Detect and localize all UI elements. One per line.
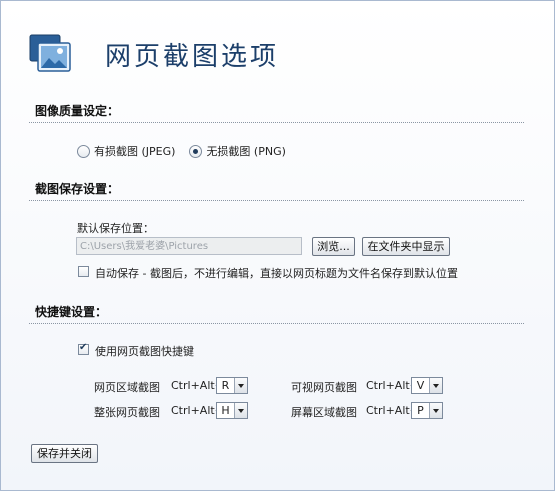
quality-section-title: 图像质量设定： [35,104,120,118]
chevron-down-icon[interactable] [429,378,442,393]
visible-shortcut-key-select[interactable]: V [411,377,443,394]
save-path-field[interactable]: C:\Users\我爱老婆\Pictures [76,237,302,255]
png-radio-label[interactable]: 无损截图 (PNG) [206,143,285,159]
quality-radio-group: 有损截图 (JPEG) 无损截图 (PNG) [77,143,300,159]
chevron-down-icon[interactable] [234,403,247,418]
enable-shortcuts-checkbox[interactable] [78,342,89,355]
screen-region-shortcut-label: 屏幕区域截图 [291,406,357,419]
region-shortcut-key: R [221,379,230,392]
auto-save-label[interactable]: 自动保存 - 截图后，不进行编辑，直接以网页标题为文件名保存到默认位置 [95,265,458,281]
full-page-shortcut-label: 整张网页截图 [94,406,160,419]
full-page-shortcut-key-select[interactable]: H [216,402,248,419]
screenshot-picture-icon [29,34,71,72]
chevron-down-icon[interactable] [234,378,247,393]
page-title: 网页截图选项 [105,42,280,72]
enable-shortcuts-label[interactable]: 使用网页截图快捷键 [95,343,194,359]
region-shortcut-label: 网页区域截图 [94,381,160,394]
default-location-label: 默认保存位置： [77,222,154,235]
divider [29,323,524,324]
jpeg-radio-label[interactable]: 有损截图 (JPEG) [94,143,175,159]
jpeg-radio[interactable] [77,144,90,158]
shortcuts-section-title: 快捷键设置： [35,305,108,319]
full-page-shortcut-key: H [221,404,230,417]
chevron-down-icon[interactable] [429,403,442,418]
divider [29,200,524,201]
show-in-folder-button[interactable]: 在文件夹中显示 [362,237,450,256]
region-shortcut-key-select[interactable]: R [216,377,248,394]
screen-region-shortcut-key-select[interactable]: P [411,402,443,419]
save-and-close-button[interactable]: 保存并关闭 [31,444,98,463]
visible-shortcut-label: 可视网页截图 [291,381,357,394]
auto-save-checkbox[interactable] [78,266,89,277]
divider [29,122,524,123]
visible-shortcut-key: V [416,379,425,392]
options-window: 网页截图选项 图像质量设定： 有损截图 (JPEG) 无损截图 (PNG) 截图… [0,0,555,491]
save-section-title: 截图保存设置： [35,182,120,196]
screen-region-shortcut-key: P [417,404,424,417]
browse-button[interactable]: 浏览... [312,237,355,256]
png-radio[interactable] [189,144,203,158]
